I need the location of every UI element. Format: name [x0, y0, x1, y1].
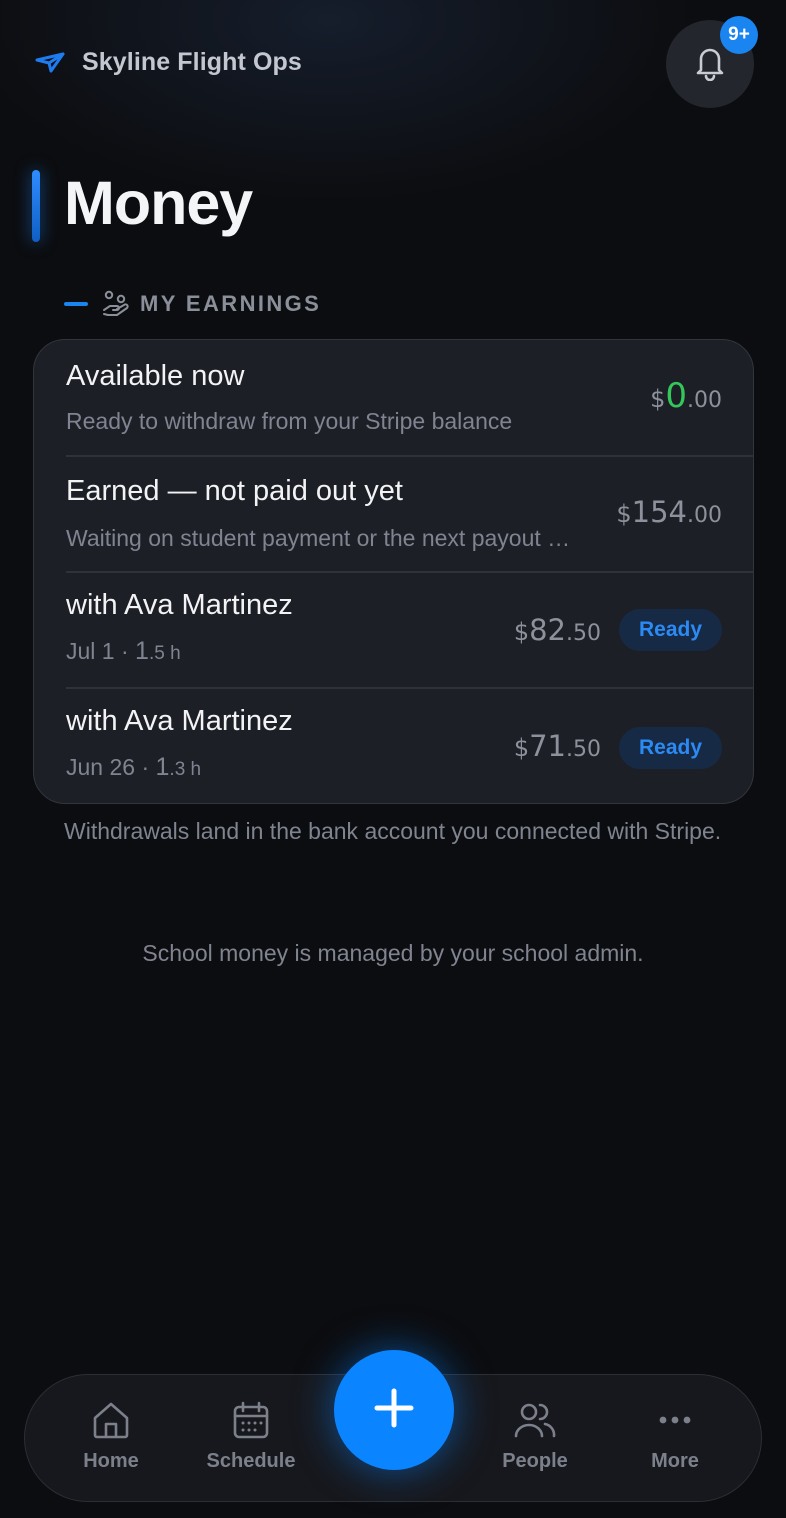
nav-label: People [502, 1450, 568, 1472]
section-title: MY EARNINGS [140, 291, 322, 316]
brand: Skyline Flight Ops [34, 46, 302, 78]
pending-row[interactable]: Earned — not paid out yet Waiting on stu… [34, 457, 753, 573]
amount-cents: .00 [687, 503, 722, 528]
currency-symbol: $ [513, 618, 530, 646]
pending-subtitle: Waiting on student payment or the next p… [66, 525, 571, 551]
lesson-meta: Jul 1 · 1.5 h [66, 637, 181, 666]
currency-symbol: $ [513, 734, 530, 762]
amount-cents: .50 [566, 737, 601, 762]
people-icon [513, 1398, 557, 1442]
page-title: Money [64, 169, 253, 237]
meta-separator: · [135, 754, 156, 780]
hand-coins-icon [102, 290, 130, 318]
hours-fraction: .5 h [148, 643, 181, 664]
status-badge: Ready [618, 727, 722, 769]
pending-title: Earned — not paid out yet [66, 475, 403, 507]
nav-label: More [651, 1450, 699, 1472]
paper-plane-icon [34, 46, 66, 78]
title-accent-bar [32, 170, 40, 242]
available-amount: $0.00 [650, 376, 722, 416]
nav-people[interactable]: People [475, 1398, 595, 1473]
pending-amount: $154.00 [616, 495, 722, 529]
add-button[interactable] [334, 1350, 454, 1470]
lesson-amount: $71.50 [514, 729, 601, 763]
lesson-row[interactable]: with Ava Martinez Jun 26 · 1.3 h $71.50 … [34, 689, 753, 803]
app-name: Skyline Flight Ops [82, 47, 302, 76]
lesson-meta: Jun 26 · 1.3 h [66, 753, 201, 782]
hours-fraction: .3 h [169, 759, 202, 780]
amount-whole: 82 [529, 613, 566, 647]
more-icon [653, 1398, 697, 1442]
plus-icon [372, 1386, 416, 1435]
lesson-date: Jun 26 [66, 754, 136, 780]
hours-whole: 1 [155, 753, 170, 781]
currency-symbol: $ [650, 385, 666, 413]
amount-whole: 0 [665, 376, 687, 416]
section-label: MY EARNINGS [64, 288, 321, 320]
app-header: Skyline Flight Ops 9+ [0, 0, 786, 130]
withdrawals-note: Withdrawals land in the bank account you… [64, 818, 722, 844]
nav-label: Home [83, 1450, 139, 1472]
nav-home[interactable]: Home [51, 1398, 171, 1473]
calendar-icon [229, 1398, 273, 1442]
bell-icon [692, 43, 728, 86]
school-money-note: School money is managed by your school a… [142, 940, 644, 966]
home-icon [89, 1398, 133, 1442]
available-subtitle: Ready to withdraw from your Stripe balan… [66, 408, 513, 434]
nav-label: Schedule [206, 1450, 296, 1472]
lesson-title: with Ava Martinez [66, 705, 293, 737]
available-title: Available now [66, 360, 245, 392]
notification-badge: 9+ [720, 16, 758, 54]
nav-more[interactable]: More [615, 1398, 735, 1473]
amount-cents: .00 [687, 388, 722, 413]
lesson-row[interactable]: with Ava Martinez Jul 1 · 1.5 h $82.50 R… [34, 573, 753, 689]
currency-symbol: $ [616, 500, 632, 528]
amount-cents: .50 [566, 621, 601, 646]
meta-separator: · [114, 638, 136, 664]
available-row[interactable]: Available now Ready to withdraw from you… [34, 340, 753, 456]
nav-schedule[interactable]: Schedule [191, 1398, 311, 1473]
status-badge: Ready [618, 609, 722, 651]
lesson-amount: $82.50 [514, 613, 601, 647]
amount-whole: 154 [631, 495, 687, 529]
amount-whole: 71 [529, 729, 566, 763]
lesson-date: Jul 1 [66, 638, 115, 664]
hours-whole: 1 [135, 637, 149, 665]
earnings-card: Available now Ready to withdraw from you… [33, 339, 754, 804]
lesson-title: with Ava Martinez [66, 589, 293, 621]
section-dash [64, 302, 88, 306]
